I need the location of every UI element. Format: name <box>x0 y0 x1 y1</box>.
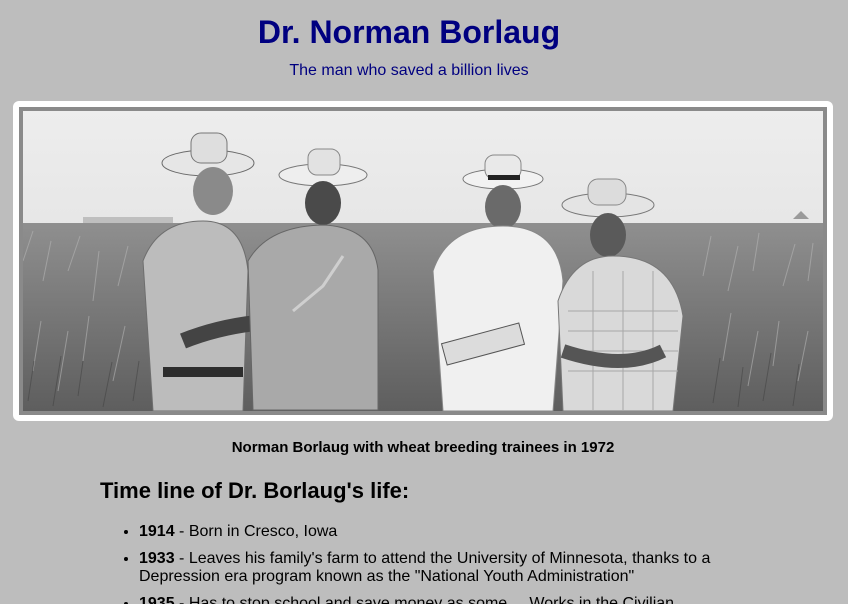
page-title: Dr. Norman Borlaug <box>257 14 561 50</box>
timeline-year: 1935 <box>139 595 175 604</box>
timeline-text: - Leaves his family's farm to attend the… <box>139 550 711 585</box>
photo-image <box>19 107 827 415</box>
timeline-item: 1933 - Leaves his family's farm to atten… <box>139 550 779 586</box>
photo-caption: Norman Borlaug with wheat breeding train… <box>231 439 615 456</box>
page-subtitle: The man who saved a billion lives <box>289 62 529 79</box>
wheat-field-photo <box>23 111 823 411</box>
photo-frame <box>13 101 833 421</box>
timeline-heading: Time line of Dr. Borlaug's life: <box>100 478 410 503</box>
timeline-item: 1935 - Has to stop school and save money… <box>139 595 779 604</box>
timeline-text: - Born in Cresco, Iowa <box>174 523 338 540</box>
timeline-item: 1914 - Born in Cresco, Iowa <box>139 523 779 541</box>
timeline-text: - Has to stop school and save money as s… <box>174 595 675 604</box>
timeline-year: 1933 <box>139 550 175 567</box>
timeline-list: 1914 - Born in Cresco, Iowa 1933 - Leave… <box>100 523 779 604</box>
page: Dr. Norman Borlaug The man who saved a b… <box>0 0 848 604</box>
timeline-year: 1914 <box>139 523 175 540</box>
